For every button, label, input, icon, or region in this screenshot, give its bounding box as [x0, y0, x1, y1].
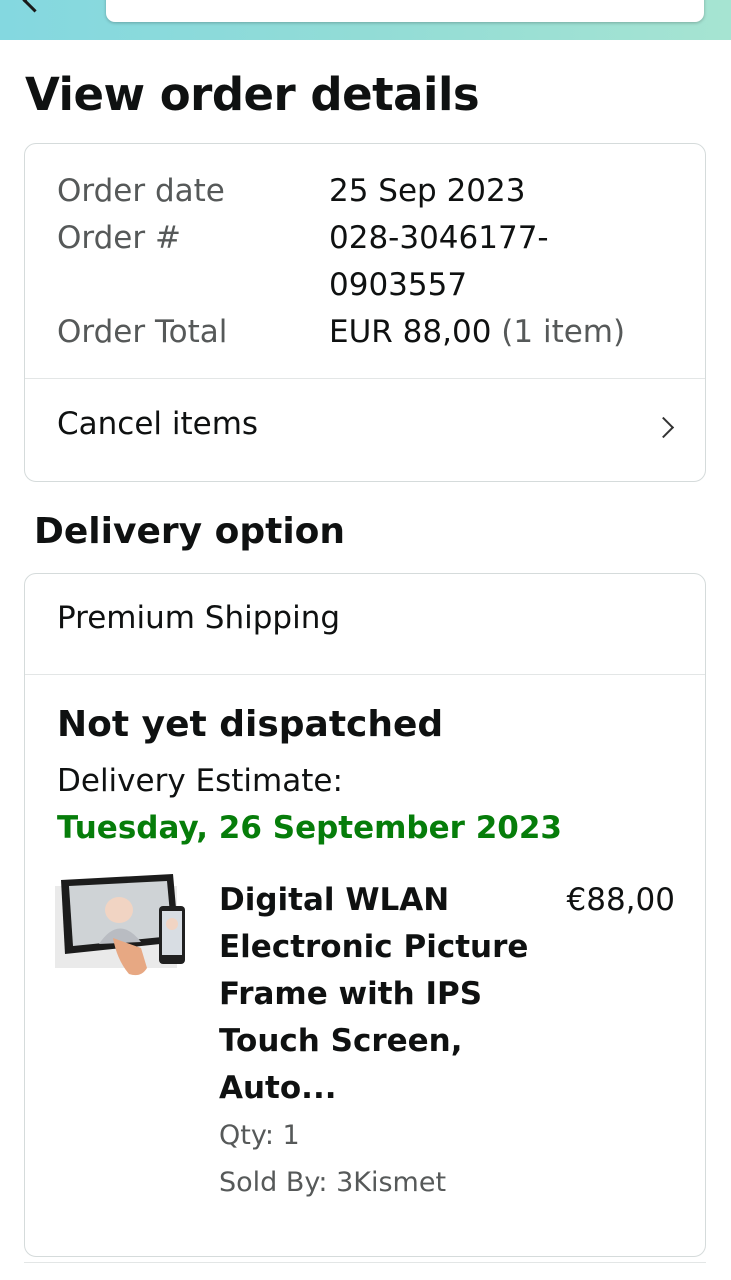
chevron-right-icon	[652, 416, 675, 439]
shipment-status: Not yet dispatched	[57, 704, 444, 745]
bottom-divider	[24, 1262, 706, 1263]
delivery-card: Premium Shipping Not yet dispatched Deli…	[24, 573, 706, 1257]
top-app-bar	[0, 0, 731, 40]
order-number-value-line1: 028-3046177-	[329, 220, 549, 256]
summary-divider	[25, 378, 705, 379]
order-total-label: Order Total	[57, 314, 228, 350]
order-number-value-line2: 0903557	[329, 267, 468, 303]
page-title: View order details	[25, 68, 480, 121]
shipping-method: Premium Shipping	[57, 600, 341, 636]
order-number-label: Order #	[57, 220, 181, 256]
order-total-amount: EUR 88,00	[329, 314, 492, 350]
delivery-estimate-label: Delivery Estimate:	[57, 763, 343, 799]
product-title-link[interactable]: Digital WLAN Electronic Picture Frame wi…	[219, 877, 529, 1112]
cancel-items-button[interactable]: Cancel items	[25, 380, 705, 482]
product-price: €88,00	[566, 882, 675, 918]
order-date-label: Order date	[57, 173, 225, 209]
search-input[interactable]	[106, 0, 704, 22]
back-arrow-icon[interactable]	[22, 0, 47, 13]
order-date-value: 25 Sep 2023	[329, 173, 526, 209]
delivery-divider	[25, 674, 705, 675]
order-total-value: EUR 88,00 (1 item)	[329, 309, 625, 356]
delivery-estimate-date: Tuesday, 26 September 2023	[57, 810, 563, 846]
cancel-items-label: Cancel items	[57, 406, 259, 442]
product-seller: Sold By: 3Kismet	[219, 1167, 447, 1198]
delivery-option-heading: Delivery option	[34, 511, 346, 552]
order-summary-card: Order date 25 Sep 2023 Order # 028-30461…	[24, 143, 706, 482]
product-image[interactable]	[55, 874, 189, 986]
order-total-item-count: (1 item)	[501, 314, 626, 350]
product-quantity: Qty: 1	[219, 1120, 300, 1151]
